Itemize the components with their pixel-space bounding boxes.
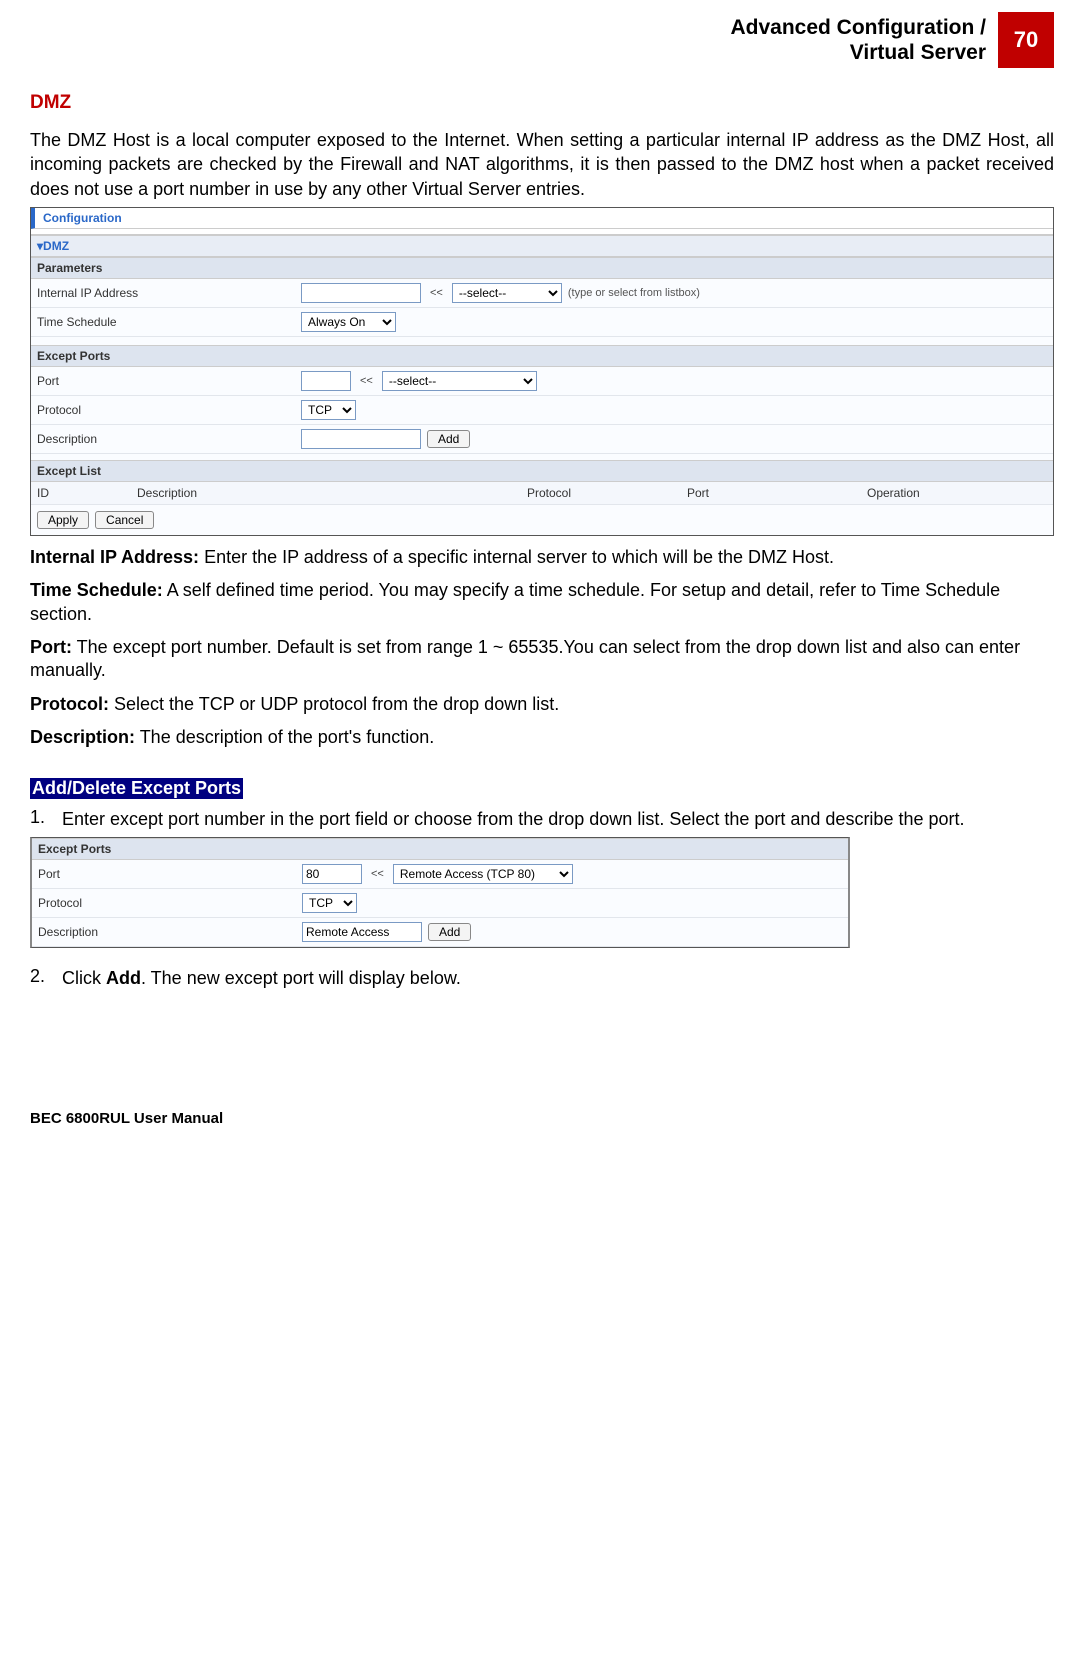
row-port: Port << --select-- bbox=[31, 367, 1053, 396]
col-id: ID bbox=[37, 486, 137, 500]
step-1: 1. Enter except port number in the port … bbox=[30, 807, 1054, 831]
step-2: 2. Click Add. The new except port will d… bbox=[30, 966, 1054, 990]
row-protocol: Protocol TCP bbox=[31, 396, 1053, 425]
parameters-bar: Parameters bbox=[31, 257, 1053, 279]
desc-internal-ip: Internal IP Address: Enter the IP addres… bbox=[30, 546, 1054, 569]
row-description: Description Add bbox=[31, 425, 1053, 454]
desc-time-schedule: Time Schedule: A self defined time perio… bbox=[30, 579, 1054, 626]
protocol-label: Protocol bbox=[37, 403, 295, 417]
step-1-text: Enter except port number in the port fie… bbox=[62, 807, 1054, 831]
port-input[interactable] bbox=[301, 371, 351, 391]
desc-port: Port: The except port number. Default is… bbox=[30, 636, 1054, 683]
description-input-2[interactable] bbox=[302, 922, 422, 942]
port-input-2[interactable] bbox=[302, 864, 362, 884]
desc-description: Description: The description of the port… bbox=[30, 726, 1054, 749]
step-2-text: Click Add. The new except port will disp… bbox=[62, 966, 1054, 990]
protocol-select[interactable]: TCP bbox=[301, 400, 356, 420]
row-internal-ip: Internal IP Address << --select-- (type … bbox=[31, 279, 1053, 308]
spacer bbox=[31, 337, 1053, 345]
except-ports-bar-2: Except Ports bbox=[32, 838, 848, 860]
row-time-schedule: Time Schedule Always On bbox=[31, 308, 1053, 337]
internal-ip-select[interactable]: --select-- bbox=[452, 283, 562, 303]
intro-paragraph: The DMZ Host is a local computer exposed… bbox=[30, 128, 1054, 201]
except-list-header: ID Description Protocol Port Operation bbox=[31, 482, 1053, 505]
dmz-section-bar[interactable]: ▾DMZ bbox=[31, 235, 1053, 257]
step-2-number: 2. bbox=[30, 966, 62, 990]
col-operation: Operation bbox=[867, 486, 1047, 500]
protocol-label-2: Protocol bbox=[38, 896, 296, 910]
action-row: Apply Cancel bbox=[31, 505, 1053, 535]
ip-hint: (type or select from listbox) bbox=[568, 287, 700, 299]
footer-manual-title: BEC 6800RUL User Manual bbox=[30, 1110, 1054, 1127]
time-schedule-select[interactable]: Always On bbox=[301, 312, 396, 332]
except-list-bar: Except List bbox=[31, 460, 1053, 482]
step-1-number: 1. bbox=[30, 807, 62, 831]
add-button[interactable]: Add bbox=[427, 430, 470, 448]
except-ports-bar: Except Ports bbox=[31, 345, 1053, 367]
port-label-2: Port bbox=[38, 867, 296, 881]
row-port-2: Port << Remote Access (TCP 80) bbox=[32, 860, 848, 889]
page-number-badge: 70 bbox=[998, 12, 1054, 68]
description-input[interactable] bbox=[301, 429, 421, 449]
port-select-2[interactable]: Remote Access (TCP 80) bbox=[393, 864, 573, 884]
page-header: Advanced Configuration / Virtual Server … bbox=[30, 0, 1054, 74]
internal-ip-label: Internal IP Address bbox=[37, 286, 295, 300]
configuration-tab[interactable]: Configuration bbox=[31, 208, 1053, 229]
arrow-icon: << bbox=[427, 287, 446, 299]
col-port: Port bbox=[687, 486, 867, 500]
header-title: Advanced Configuration / Virtual Server bbox=[730, 15, 986, 65]
port-label: Port bbox=[37, 374, 295, 388]
time-schedule-label: Time Schedule bbox=[37, 315, 295, 329]
col-protocol: Protocol bbox=[527, 486, 687, 500]
internal-ip-input[interactable] bbox=[301, 283, 421, 303]
description-label-2: Description bbox=[38, 925, 296, 939]
col-description: Description bbox=[137, 486, 527, 500]
row-description-2: Description Add bbox=[32, 918, 848, 947]
except-ports-example-panel: Except Ports Port << Remote Access (TCP … bbox=[30, 837, 850, 948]
arrow-icon: << bbox=[357, 375, 376, 387]
protocol-select-2[interactable]: TCP bbox=[302, 893, 357, 913]
header-line1: Advanced Configuration / bbox=[730, 16, 986, 39]
header-line2: Virtual Server bbox=[850, 41, 986, 64]
cancel-button[interactable]: Cancel bbox=[95, 511, 154, 529]
subheader-add-delete: Add/Delete Except Ports bbox=[30, 778, 243, 799]
row-protocol-2: Protocol TCP bbox=[32, 889, 848, 918]
dmz-config-panel: Configuration ▾DMZ Parameters Internal I… bbox=[30, 207, 1054, 536]
add-button-2[interactable]: Add bbox=[428, 923, 471, 941]
arrow-icon: << bbox=[368, 868, 387, 880]
section-title-dmz: DMZ bbox=[30, 92, 1054, 114]
apply-button[interactable]: Apply bbox=[37, 511, 89, 529]
desc-protocol: Protocol: Select the TCP or UDP protocol… bbox=[30, 693, 1054, 716]
port-select[interactable]: --select-- bbox=[382, 371, 537, 391]
dmz-section-label: DMZ bbox=[43, 239, 69, 253]
description-label: Description bbox=[37, 432, 295, 446]
